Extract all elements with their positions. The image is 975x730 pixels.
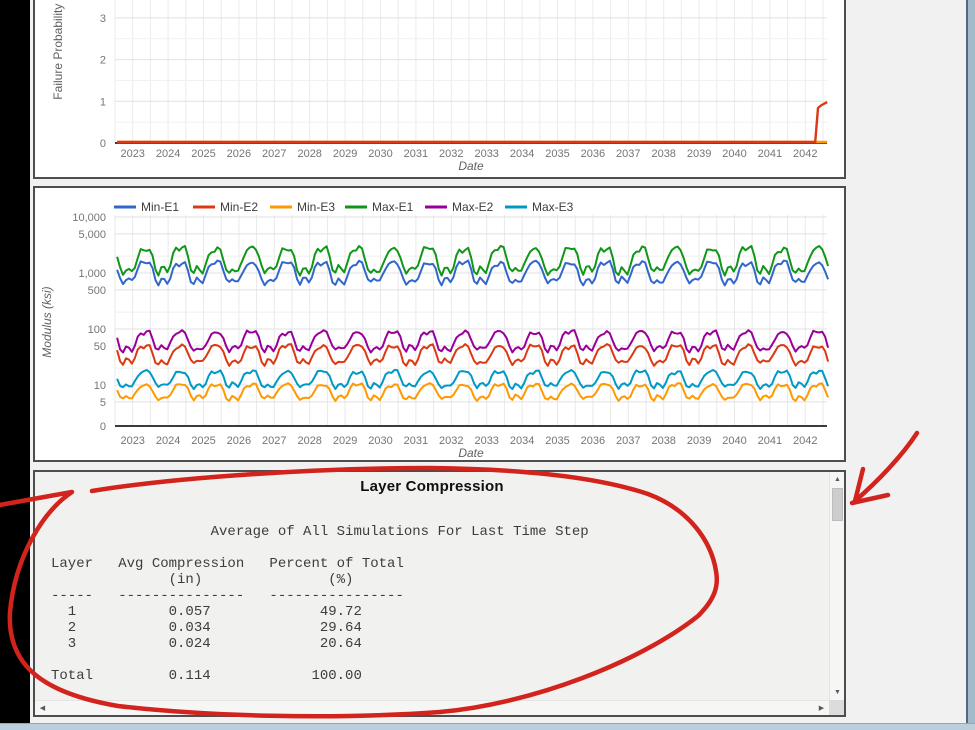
- window-left-black-strip: [0, 0, 30, 723]
- window-bottom-frame: [0, 723, 975, 730]
- scroll-left-icon[interactable]: ◀: [35, 701, 50, 715]
- failure-probability-chart-panel: [33, 0, 846, 179]
- scroll-up-icon[interactable]: ▲: [830, 472, 844, 487]
- modulus-chart-panel: [33, 186, 846, 462]
- vertical-scrollbar-thumb[interactable]: [832, 488, 843, 521]
- horizontal-scrollbar[interactable]: ◀ ▶: [35, 700, 829, 715]
- red-arrow-annotation: [852, 433, 917, 503]
- scrollbar-corner: [829, 700, 844, 715]
- report-text: Average of All Simulations For Last Time…: [51, 524, 589, 684]
- scroll-down-icon[interactable]: ▼: [830, 685, 844, 700]
- layer-compression-panel: Layer Compression Average of All Simulat…: [33, 470, 846, 717]
- layer-compression-content: Layer Compression Average of All Simulat…: [35, 472, 844, 715]
- scroll-right-icon[interactable]: ▶: [814, 701, 829, 715]
- vertical-scrollbar[interactable]: ▲ ▼: [829, 472, 844, 700]
- window-right-frame: [966, 0, 975, 730]
- panel-title: Layer Compression: [35, 478, 829, 495]
